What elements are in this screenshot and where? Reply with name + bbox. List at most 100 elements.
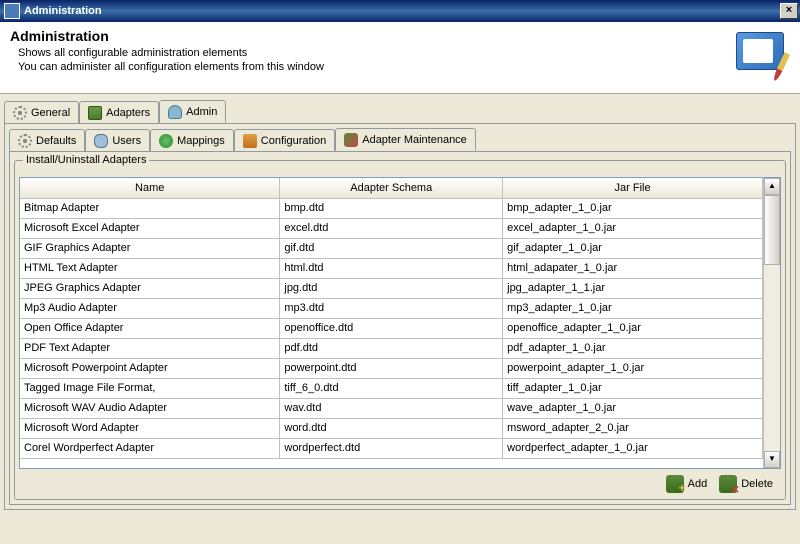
gear-icon (18, 134, 32, 148)
cell-jar: html_adapater_1_0.jar (503, 258, 763, 278)
table-row[interactable]: Tagged Image File Format,tiff_6_0.dtdtif… (20, 378, 763, 398)
cell-schema: jpg.dtd (280, 278, 503, 298)
tab-adapters[interactable]: Adapters (79, 101, 159, 123)
scroll-down-button[interactable]: ▼ (764, 451, 780, 468)
cell-schema: wav.dtd (280, 398, 503, 418)
cell-jar: excel_adapter_1_0.jar (503, 218, 763, 238)
titlebar: Administration × (0, 0, 800, 22)
cell-jar: wave_adapter_1_0.jar (503, 398, 763, 418)
admin-folder-icon (734, 28, 790, 84)
table-row[interactable]: GIF Graphics Adaptergif.dtdgif_adapter_1… (20, 238, 763, 258)
tab-mappings[interactable]: Mappings (150, 129, 234, 151)
col-schema[interactable]: Adapter Schema (280, 178, 503, 198)
header-panel: Administration Shows all configurable ad… (0, 22, 800, 94)
delete-label: Delete (741, 478, 773, 490)
cell-schema: gif.dtd (280, 238, 503, 258)
cell-name: PDF Text Adapter (20, 338, 280, 358)
add-label: Add (688, 478, 708, 490)
cell-name: Microsoft Word Adapter (20, 418, 280, 438)
cell-jar: mp3_adapter_1_0.jar (503, 298, 763, 318)
cell-schema: word.dtd (280, 418, 503, 438)
cell-schema: tiff_6_0.dtd (280, 378, 503, 398)
user-icon (168, 105, 182, 119)
window-title: Administration (24, 5, 780, 17)
tab-general[interactable]: General (4, 101, 79, 123)
cell-schema: mp3.dtd (280, 298, 503, 318)
tab-adapter-maintenance[interactable]: Adapter Maintenance (335, 128, 476, 151)
cell-name: Mp3 Audio Adapter (20, 298, 280, 318)
cell-name: HTML Text Adapter (20, 258, 280, 278)
table-row[interactable]: Open Office Adapteropenoffice.dtdopenoff… (20, 318, 763, 338)
tab-admin[interactable]: Admin (159, 100, 226, 123)
table-row[interactable]: PDF Text Adapterpdf.dtdpdf_adapter_1_0.j… (20, 338, 763, 358)
page-subtitle-2: You can administer all configuration ele… (10, 60, 734, 74)
cell-schema: wordperfect.dtd (280, 438, 503, 458)
cell-name: JPEG Graphics Adapter (20, 278, 280, 298)
cell-jar: powerpoint_adapter_1_0.jar (503, 358, 763, 378)
scroll-thumb[interactable] (764, 195, 780, 265)
cell-schema: pdf.dtd (280, 338, 503, 358)
main-tabs: General Adapters Admin (4, 100, 796, 123)
table-row[interactable]: Bitmap Adapterbmp.dtdbmp_adapter_1_0.jar (20, 198, 763, 218)
tab-label: Admin (186, 106, 217, 118)
tab-label: Defaults (36, 135, 76, 147)
table-row[interactable]: JPEG Graphics Adapterjpg.dtdjpg_adapter_… (20, 278, 763, 298)
cell-schema: bmp.dtd (280, 198, 503, 218)
cell-name: Microsoft WAV Audio Adapter (20, 398, 280, 418)
cell-schema: html.dtd (280, 258, 503, 278)
gear-icon (13, 106, 27, 120)
tab-label: Users (112, 135, 141, 147)
cell-schema: excel.dtd (280, 218, 503, 238)
tab-label: Configuration (261, 135, 326, 147)
table-row[interactable]: HTML Text Adapterhtml.dtdhtml_adapater_1… (20, 258, 763, 278)
col-name[interactable]: Name (20, 178, 280, 198)
scroll-up-button[interactable]: ▲ (764, 178, 780, 195)
cell-name: Tagged Image File Format, (20, 378, 280, 398)
cell-name: Bitmap Adapter (20, 198, 280, 218)
cell-jar: bmp_adapter_1_0.jar (503, 198, 763, 218)
tab-configuration[interactable]: Configuration (234, 129, 335, 151)
close-button[interactable]: × (780, 3, 798, 19)
add-icon (666, 475, 684, 493)
tab-defaults[interactable]: Defaults (9, 129, 85, 151)
cell-schema: powerpoint.dtd (280, 358, 503, 378)
cell-jar: pdf_adapter_1_0.jar (503, 338, 763, 358)
tab-users[interactable]: Users (85, 129, 150, 151)
tab-label: Adapter Maintenance (362, 134, 467, 146)
table-row[interactable]: Microsoft Powerpoint Adapterpowerpoint.d… (20, 358, 763, 378)
scroll-track[interactable] (764, 195, 780, 451)
vertical-scrollbar[interactable]: ▲ ▼ (763, 178, 780, 468)
cell-jar: tiff_adapter_1_0.jar (503, 378, 763, 398)
col-jar[interactable]: Jar File (503, 178, 763, 198)
adapters-table: Name Adapter Schema Jar File Bitmap Adap… (20, 178, 763, 459)
cell-name: Corel Wordperfect Adapter (20, 438, 280, 458)
table-row[interactable]: Microsoft Word Adapterword.dtdmsword_ada… (20, 418, 763, 438)
cell-name: GIF Graphics Adapter (20, 238, 280, 258)
users-icon (94, 134, 108, 148)
table-row[interactable]: Mp3 Audio Adaptermp3.dtdmp3_adapter_1_0.… (20, 298, 763, 318)
delete-icon (719, 475, 737, 493)
cell-jar: openoffice_adapter_1_0.jar (503, 318, 763, 338)
drive-icon (88, 106, 102, 120)
config-icon (243, 134, 257, 148)
cell-name: Microsoft Excel Adapter (20, 218, 280, 238)
cell-schema: openoffice.dtd (280, 318, 503, 338)
cell-name: Open Office Adapter (20, 318, 280, 338)
app-icon (4, 3, 20, 19)
cell-name: Microsoft Powerpoint Adapter (20, 358, 280, 378)
table-row[interactable]: Microsoft WAV Audio Adapterwav.dtdwave_a… (20, 398, 763, 418)
sub-tabs: Defaults Users Mappings Configuration Ad… (9, 128, 791, 151)
adapters-fieldset: Install/Uninstall Adapters Name Adapter … (14, 160, 786, 500)
globe-icon (159, 134, 173, 148)
add-button[interactable]: Add (666, 475, 708, 493)
cell-jar: gif_adapter_1_0.jar (503, 238, 763, 258)
page-subtitle-1: Shows all configurable administration el… (10, 46, 734, 60)
cell-jar: jpg_adapter_1_1.jar (503, 278, 763, 298)
delete-button[interactable]: Delete (719, 475, 773, 493)
fieldset-legend: Install/Uninstall Adapters (23, 154, 149, 166)
tab-label: General (31, 107, 70, 119)
table-row[interactable]: Corel Wordperfect Adapterwordperfect.dtd… (20, 438, 763, 458)
cell-jar: wordperfect_adapter_1_0.jar (503, 438, 763, 458)
table-row[interactable]: Microsoft Excel Adapterexcel.dtdexcel_ad… (20, 218, 763, 238)
tab-label: Mappings (177, 135, 225, 147)
